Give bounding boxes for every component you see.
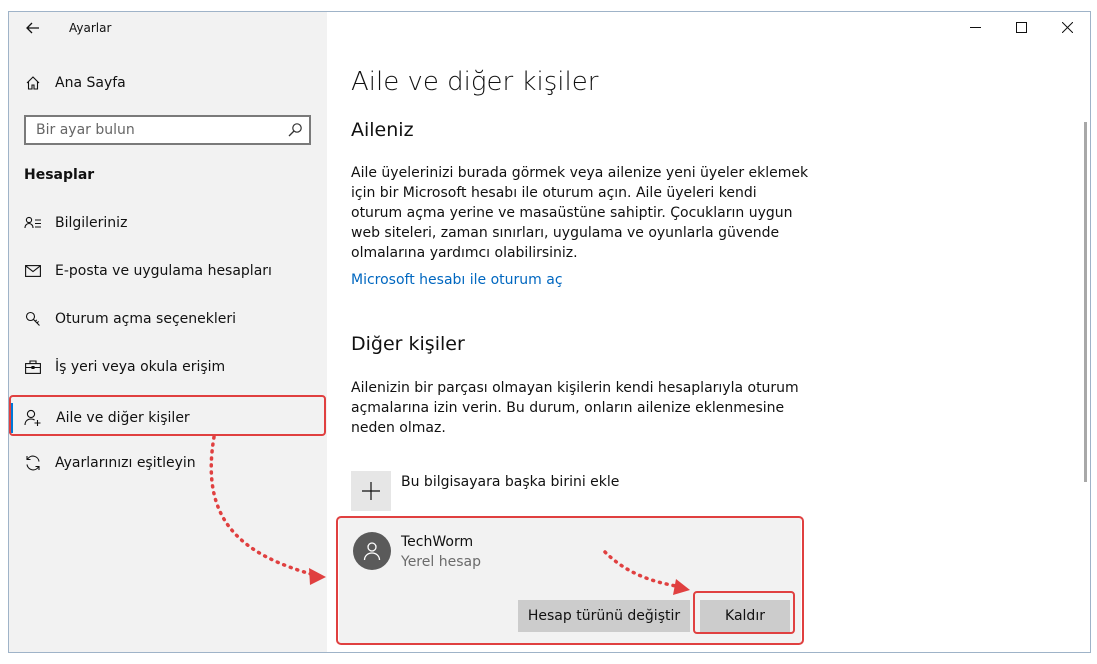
sidebar-item-label: İş yeri veya okula erişim — [55, 359, 226, 375]
family-description: Aile üyelerinizi burada görmek veya aile… — [351, 165, 809, 261]
sidebar-item-work-school[interactable]: İş yeri veya okula erişim — [9, 348, 327, 386]
key-icon — [23, 309, 43, 329]
maximize-icon — [1015, 21, 1027, 33]
add-person-button[interactable] — [351, 471, 391, 511]
sidebar-item-label: Ayarlarınızı eşitleyin — [55, 455, 196, 471]
avatar — [353, 532, 391, 570]
sidebar-item-your-info[interactable]: Bilgileriniz — [9, 204, 327, 242]
person-icon — [363, 542, 381, 561]
user-card[interactable]: TechWorm Yerel hesap Hesap türünü değişt… — [339, 518, 801, 643]
sync-icon — [23, 453, 43, 473]
settings-window: Ayarlar Ana Sayfa Hesaplar Bilgileriniz — [8, 11, 1091, 653]
minimize-icon — [969, 26, 981, 28]
app-title: Ayarlar — [69, 21, 112, 35]
scrollbar[interactable] — [1084, 122, 1087, 482]
sidebar-item-sign-in-options[interactable]: Oturum açma seçenekleri — [9, 300, 327, 338]
search-box[interactable] — [24, 115, 311, 145]
microsoft-sign-in-link[interactable]: Microsoft hesabı ile oturum aç — [351, 272, 563, 288]
remove-button[interactable]: Kaldır — [700, 600, 790, 632]
back-button[interactable] — [19, 16, 47, 40]
home-label: Ana Sayfa — [55, 75, 126, 91]
home-icon — [23, 73, 43, 93]
plus-icon — [362, 482, 380, 500]
main-content: Aile ve diğer kişiler Aileniz Aile üyele… — [327, 12, 1090, 652]
annotation-highlight-family — [9, 395, 326, 436]
user-account-type: Yerel hesap — [401, 554, 481, 570]
user-name: TechWorm — [401, 534, 474, 550]
sidebar-item-sync[interactable]: Ayarlarınızı eşitleyin — [9, 444, 327, 482]
family-heading: Aileniz — [351, 119, 414, 141]
other-people-description: Ailenizin bir parçası olmayan kişilerin … — [351, 380, 799, 436]
add-person-label[interactable]: Bu bilgisayara başka birini ekle — [401, 474, 619, 490]
home-link[interactable]: Ana Sayfa — [9, 64, 327, 102]
sidebar-item-email-accounts[interactable]: E-posta ve uygulama hesapları — [9, 252, 327, 290]
sidebar-item-label: E-posta ve uygulama hesapları — [55, 263, 272, 279]
close-icon — [1061, 21, 1073, 33]
search-input[interactable] — [26, 117, 286, 143]
briefcase-icon — [23, 357, 43, 377]
sidebar-item-label: Oturum açma seçenekleri — [55, 311, 237, 327]
close-button[interactable] — [1044, 12, 1090, 42]
back-arrow-icon — [26, 22, 39, 34]
section-title-accounts: Hesaplar — [24, 167, 95, 183]
mail-icon — [23, 261, 43, 281]
user-card-icon — [23, 213, 43, 233]
sidebar-item-label: Bilgileriniz — [55, 215, 128, 231]
change-account-type-button[interactable]: Hesap türünü değiştir — [518, 600, 690, 632]
search-icon[interactable] — [287, 122, 303, 138]
minimize-button[interactable] — [952, 12, 998, 42]
page-title: Aile ve diğer kişiler — [351, 67, 599, 97]
sidebar: Ayarlar Ana Sayfa Hesaplar Bilgileriniz — [9, 12, 327, 652]
title-bar: Ayarlar — [9, 12, 327, 44]
other-people-heading: Diğer kişiler — [351, 333, 465, 355]
maximize-button[interactable] — [998, 12, 1044, 42]
